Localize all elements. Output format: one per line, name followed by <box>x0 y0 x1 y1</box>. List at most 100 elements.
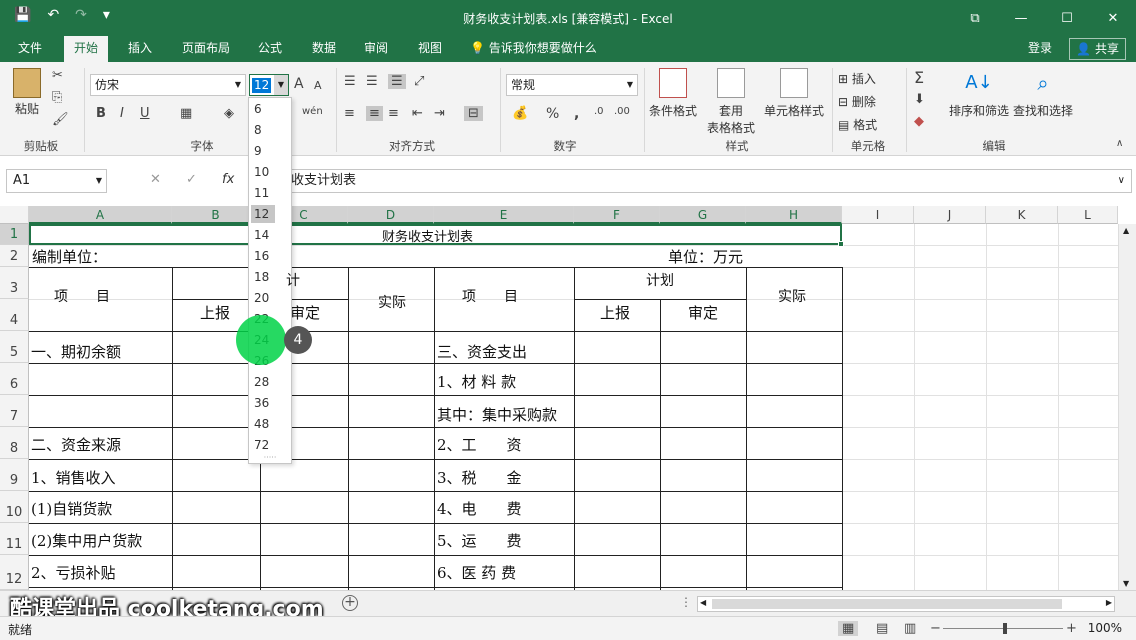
horizontal-scrollbar[interactable]: ◀ ▶ <box>697 596 1115 612</box>
font-size-option[interactable]: 10 <box>251 163 275 181</box>
row-header-9[interactable]: 9 <box>0 459 29 491</box>
row-header-7[interactable]: 7 <box>0 395 29 427</box>
column-header-k[interactable]: K <box>986 206 1058 224</box>
cancel-icon[interactable]: ✕ <box>150 172 161 187</box>
align-left-icon[interactable]: ≡ <box>344 106 355 121</box>
align-bottom-icon[interactable]: ☰ <box>388 74 406 89</box>
tab-data[interactable]: 数据 <box>302 36 346 62</box>
row-header-12[interactable]: 12 <box>0 555 29 590</box>
vertical-scrollbar[interactable]: ▲ ▼ <box>1118 224 1136 590</box>
bold-button[interactable]: B <box>96 106 106 121</box>
font-size-option[interactable]: 28 <box>251 373 275 391</box>
zoom-slider-thumb[interactable] <box>1003 623 1007 634</box>
plan-header-right[interactable]: 计划 <box>646 270 674 290</box>
cell-e11[interactable]: 5、运 费 <box>437 530 522 551</box>
tell-me-search[interactable]: 💡 告诉我你想要做什么 <box>470 36 597 60</box>
row-header-10[interactable]: 10 <box>0 491 29 523</box>
merge-center-icon[interactable]: ⊟ <box>464 106 483 121</box>
underline-button[interactable]: U <box>140 106 150 121</box>
cell-e6[interactable]: 1、材 料 款 <box>437 371 516 392</box>
font-size-option[interactable]: 72 <box>251 436 275 454</box>
cell-a11[interactable]: (2)集中用户货款 <box>31 530 142 551</box>
align-right-icon[interactable]: ≡ <box>388 106 399 121</box>
row-header-11[interactable]: 11 <box>0 523 29 555</box>
font-size-option[interactable]: 11 <box>251 184 275 202</box>
scroll-right-icon[interactable]: ▶ <box>1106 598 1112 607</box>
font-size-option-selected[interactable]: 12 <box>251 205 275 223</box>
maximize-button[interactable]: ☐ <box>1044 0 1090 36</box>
column-header-l[interactable]: L <box>1058 206 1118 224</box>
name-box[interactable]: A1 ▼ <box>6 169 107 193</box>
scroll-up-icon[interactable]: ▲ <box>1123 226 1129 235</box>
tab-insert[interactable]: 插入 <box>118 36 162 62</box>
compiler-cell[interactable]: 编制单位： <box>32 246 107 267</box>
cell-a8[interactable]: 二、资金来源 <box>31 434 121 455</box>
row-header-4[interactable]: 4 <box>0 299 29 331</box>
zoom-level[interactable]: 100% <box>1088 621 1122 635</box>
tab-home[interactable]: 开始 <box>64 36 109 62</box>
actual-header-right[interactable]: 实际 <box>778 286 806 306</box>
column-header-h[interactable]: H <box>746 206 842 224</box>
insert-cells-button[interactable]: ⊞ 插入 <box>838 70 876 87</box>
fill-handle[interactable] <box>838 241 844 247</box>
add-sheet-button[interactable]: + <box>342 595 358 611</box>
chevron-down-icon[interactable]: ▼ <box>274 75 288 95</box>
font-size-option[interactable]: 14 <box>251 226 275 244</box>
font-size-option[interactable]: 20 <box>251 289 275 307</box>
column-header-a[interactable]: A <box>29 206 172 224</box>
number-format-box[interactable]: 常规 ▼ <box>506 74 638 96</box>
item-header-left[interactable]: 项 目 <box>54 286 110 306</box>
resize-grip-icon[interactable]: ····· <box>249 454 291 463</box>
cell-e10[interactable]: 4、电 费 <box>437 498 522 519</box>
font-size-box[interactable]: 12 ▼ <box>249 74 289 96</box>
cell-a5[interactable]: 一、期初余额 <box>31 341 121 362</box>
page-break-view-icon[interactable]: ▥ <box>904 621 916 636</box>
row-header-1[interactable]: 1 <box>0 224 29 245</box>
cut-icon[interactable]: ✂ <box>52 68 63 83</box>
font-size-option[interactable]: 8 <box>251 121 275 139</box>
shrink-font-icon[interactable]: A <box>314 79 322 92</box>
approve-header-right[interactable]: 审定 <box>688 302 718 323</box>
grow-font-icon[interactable]: A <box>294 76 304 92</box>
report-header-right[interactable]: 上报 <box>600 302 630 323</box>
format-painter-icon[interactable]: 🖌 <box>52 112 69 127</box>
column-header-f[interactable]: F <box>574 206 660 224</box>
percent-button[interactable]: % <box>546 106 559 122</box>
decrease-indent-icon[interactable]: ⇤ <box>412 106 423 121</box>
worksheet-grid[interactable]: A B C D E F G H I J K L 1 2 3 4 5 6 7 8 … <box>0 206 1136 590</box>
fill-icon[interactable]: ⬇ <box>914 92 925 107</box>
row-header-6[interactable]: 6 <box>0 363 29 395</box>
paste-button[interactable]: 粘贴 <box>10 68 44 117</box>
align-middle-icon[interactable]: ☰ <box>366 74 378 89</box>
font-name-box[interactable]: 仿宋 ▼ <box>90 74 246 96</box>
enter-icon[interactable]: ✓ <box>186 172 197 187</box>
unit-cell[interactable]: 单位：万元 <box>668 246 743 267</box>
scroll-down-icon[interactable]: ▼ <box>1123 579 1129 588</box>
scroll-left-icon[interactable]: ◀ <box>700 598 706 607</box>
insert-function-icon[interactable]: fx <box>222 172 234 187</box>
align-top-icon[interactable]: ☰ <box>344 74 356 89</box>
close-button[interactable]: ✕ <box>1090 0 1136 36</box>
italic-button[interactable]: I <box>120 106 124 121</box>
column-header-g[interactable]: G <box>660 206 746 224</box>
conditional-format-button[interactable]: 条件格式 <box>648 68 698 119</box>
currency-icon[interactable]: 💰 <box>512 106 528 121</box>
borders-icon[interactable]: ▦ <box>180 106 192 121</box>
tab-file[interactable]: 文件 <box>8 36 52 62</box>
copy-icon[interactable]: ⎘ <box>52 90 62 105</box>
cell-e12[interactable]: 6、医 药 费 <box>437 562 516 583</box>
row-header-5[interactable]: 5 <box>0 331 29 363</box>
actual-header-left[interactable]: 实际 <box>378 292 406 312</box>
autosum-icon[interactable]: Σ <box>914 68 924 87</box>
font-size-option[interactable]: 16 <box>251 247 275 265</box>
expand-formula-icon[interactable]: ∨ <box>1118 170 1125 192</box>
page-layout-view-icon[interactable]: ▤ <box>876 621 888 636</box>
tab-formulas[interactable]: 公式 <box>248 36 292 62</box>
tab-review[interactable]: 审阅 <box>354 36 398 62</box>
cell-a12[interactable]: 2、亏损补贴 <box>31 562 116 583</box>
approve-header-left[interactable]: 审定 <box>290 302 320 323</box>
share-button[interactable]: 👤 共享 <box>1069 38 1126 60</box>
item-header-right[interactable]: 项 目 <box>462 286 518 306</box>
formula-input[interactable]: 收支计划表 ∨ <box>276 169 1132 193</box>
font-size-option[interactable]: 36 <box>251 394 275 412</box>
